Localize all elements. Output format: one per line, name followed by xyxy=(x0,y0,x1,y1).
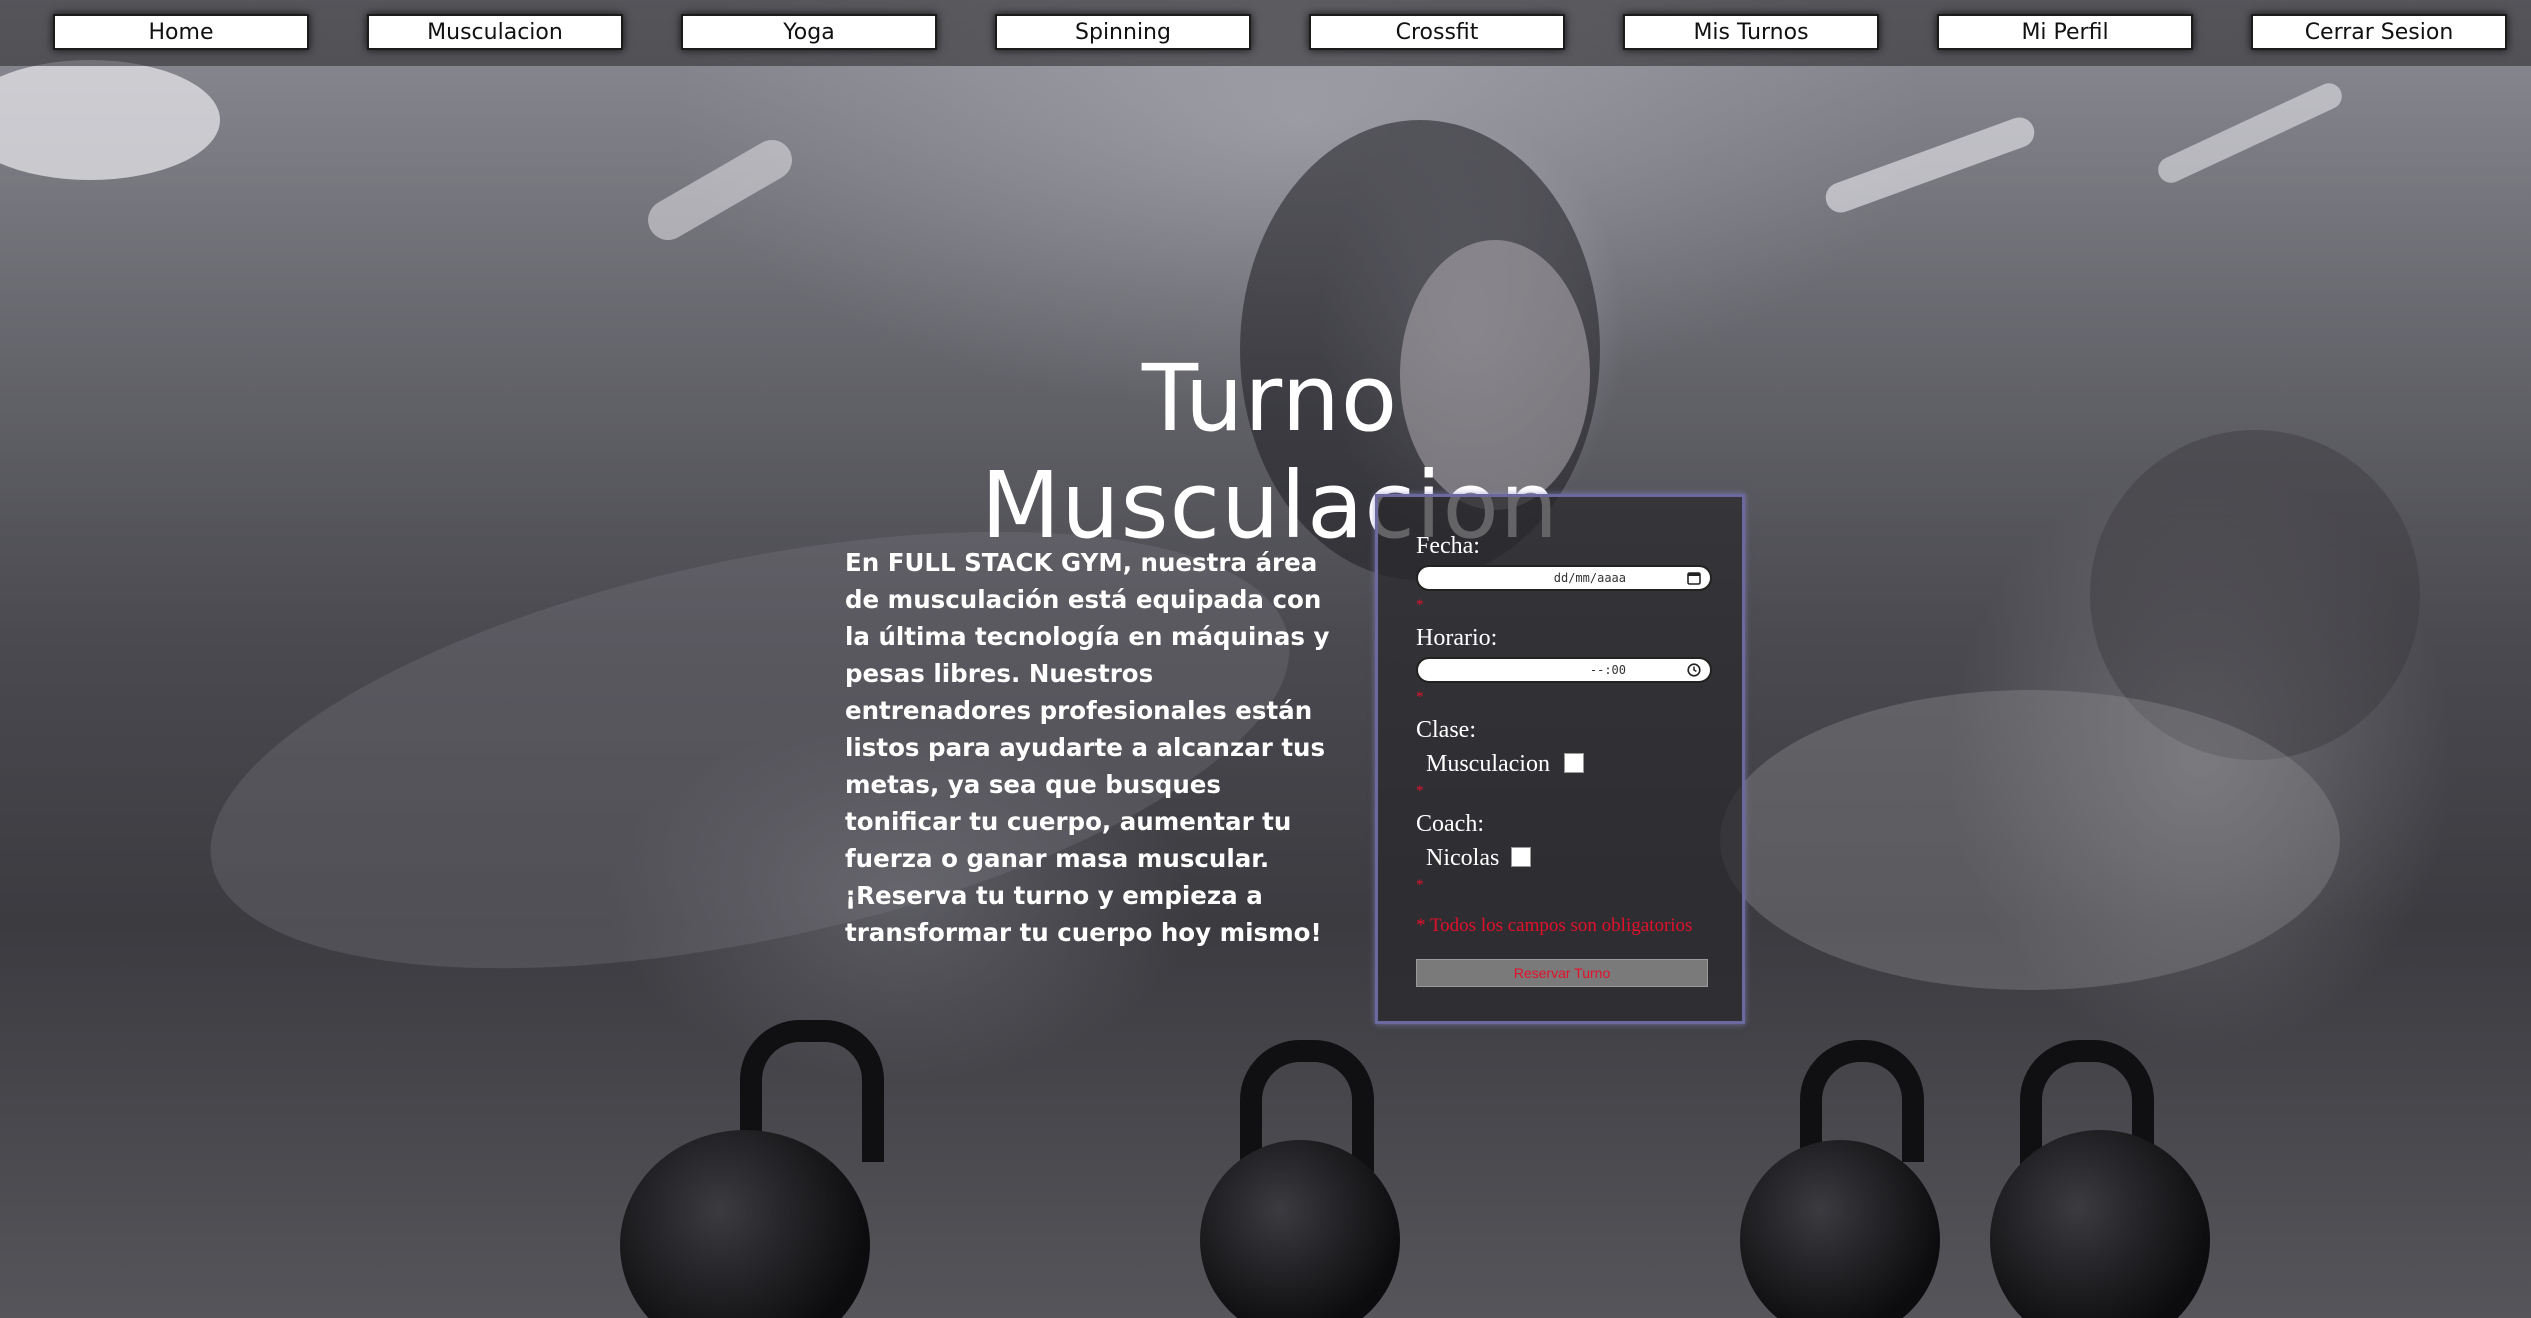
fecha-date-input[interactable]: dd/mm/aaaa xyxy=(1416,565,1712,591)
coach-option-label: Nicolas xyxy=(1426,845,1500,871)
fecha-required-mark: * xyxy=(1416,597,1424,613)
nav-mis-turnos-button[interactable]: Mis Turnos xyxy=(1623,14,1879,50)
coach-nicolas-checkbox[interactable] xyxy=(1511,847,1531,867)
coach-required-mark: * xyxy=(1416,877,1424,893)
coach-label: Coach: xyxy=(1416,811,1484,837)
top-nav: Home Musculacion Yoga Spinning Crossfit … xyxy=(0,0,2531,66)
page-description: En FULL STACK GYM, nuestra área de muscu… xyxy=(845,548,1330,947)
clock-icon[interactable] xyxy=(1686,662,1702,678)
required-fields-note: * Todos los campos son obligatorios xyxy=(1416,915,1693,936)
clase-label: Clase: xyxy=(1416,717,1476,743)
nav-musculacion-button[interactable]: Musculacion xyxy=(367,14,623,50)
calendar-icon[interactable] xyxy=(1686,570,1702,586)
booking-form: Fecha: dd/mm/aaaa * Horario: --:00 * Cla… xyxy=(1375,494,1745,1024)
reservar-turno-button[interactable]: Reservar Turno xyxy=(1416,959,1708,987)
fecha-label: Fecha: xyxy=(1416,533,1480,559)
horario-value: --:00 xyxy=(1589,663,1626,677)
nav-mi-perfil-button[interactable]: Mi Perfil xyxy=(1937,14,2193,50)
page: Home Musculacion Yoga Spinning Crossfit … xyxy=(0,0,2531,1318)
nav-home-button[interactable]: Home xyxy=(53,14,309,50)
clase-option-label: Musculacion xyxy=(1426,751,1550,777)
nav-spinning-button[interactable]: Spinning xyxy=(995,14,1251,50)
horario-label: Horario: xyxy=(1416,625,1498,651)
nav-yoga-button[interactable]: Yoga xyxy=(681,14,937,50)
nav-cerrar-sesion-button[interactable]: Cerrar Sesion xyxy=(2251,14,2507,50)
nav-crossfit-button[interactable]: Crossfit xyxy=(1309,14,1565,50)
clase-required-mark: * xyxy=(1416,783,1424,799)
fecha-value: dd/mm/aaaa xyxy=(1553,571,1626,585)
horario-required-mark: * xyxy=(1416,689,1424,705)
horario-time-input[interactable]: --:00 xyxy=(1416,657,1712,683)
clase-musculacion-checkbox[interactable] xyxy=(1564,753,1584,773)
